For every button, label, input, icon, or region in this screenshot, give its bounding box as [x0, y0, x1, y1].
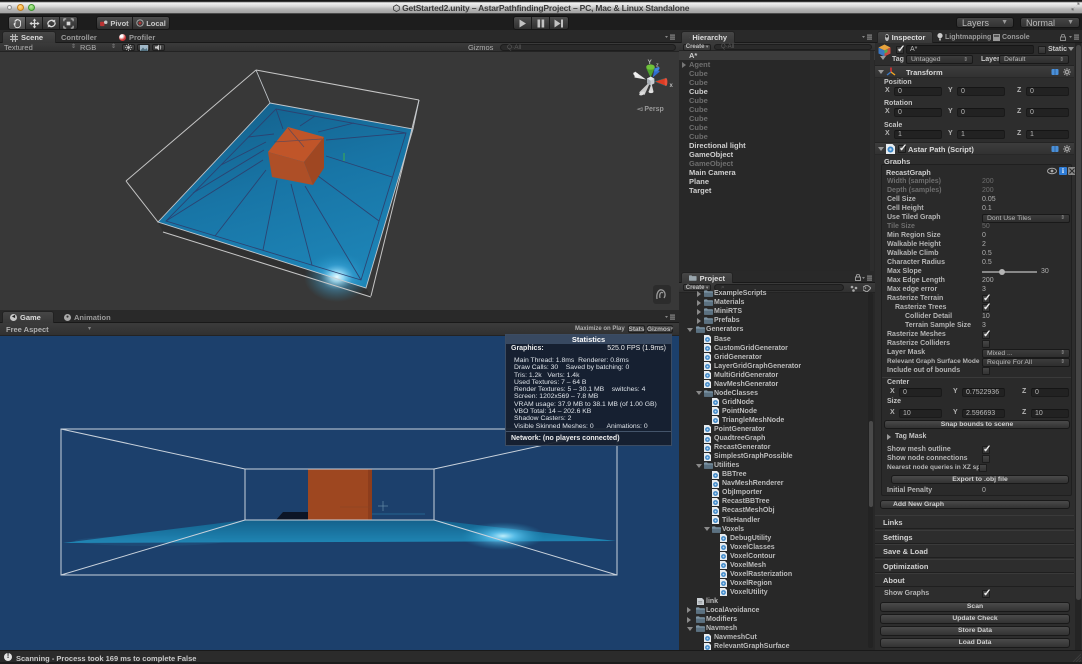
svg-text:z: z	[656, 63, 659, 69]
svg-text:◅ Persp: ◅ Persp	[636, 106, 664, 113]
svg-text:Y: Y	[648, 59, 653, 66]
